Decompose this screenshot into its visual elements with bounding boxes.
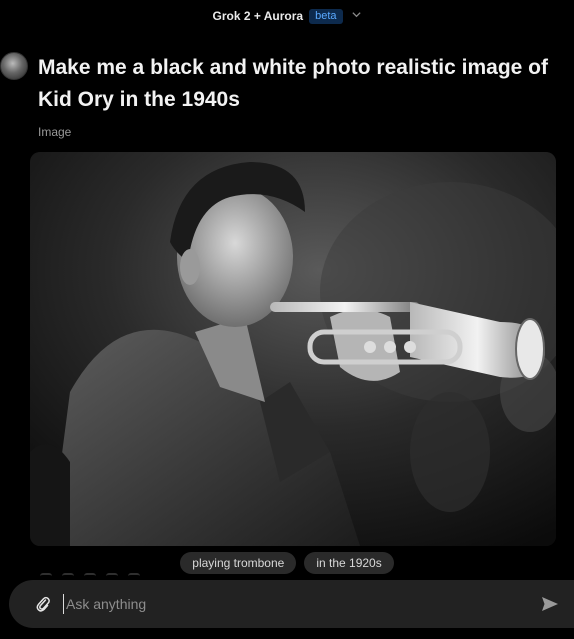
user-avatar bbox=[0, 52, 28, 80]
send-icon[interactable] bbox=[538, 592, 562, 616]
beta-badge: beta bbox=[309, 8, 343, 24]
model-selector[interactable]: Grok 2 + Aurora beta bbox=[0, 0, 574, 32]
image-label: Image bbox=[38, 125, 72, 139]
ask-input[interactable] bbox=[63, 594, 538, 614]
suggestion-chips: playing trombone in the 1920s bbox=[0, 552, 574, 574]
paperclip-icon[interactable] bbox=[31, 592, 55, 616]
model-name: Grok 2 + Aurora bbox=[212, 9, 304, 23]
chevron-down-icon bbox=[351, 9, 362, 23]
user-prompt: Make me a black and white photo realisti… bbox=[38, 56, 548, 111]
suggestion-chip-in-the-1920s[interactable]: in the 1920s bbox=[304, 552, 394, 574]
generated-image[interactable] bbox=[30, 152, 556, 546]
suggestion-chip-playing-trombone[interactable]: playing trombone bbox=[180, 552, 297, 574]
composer bbox=[9, 580, 574, 628]
